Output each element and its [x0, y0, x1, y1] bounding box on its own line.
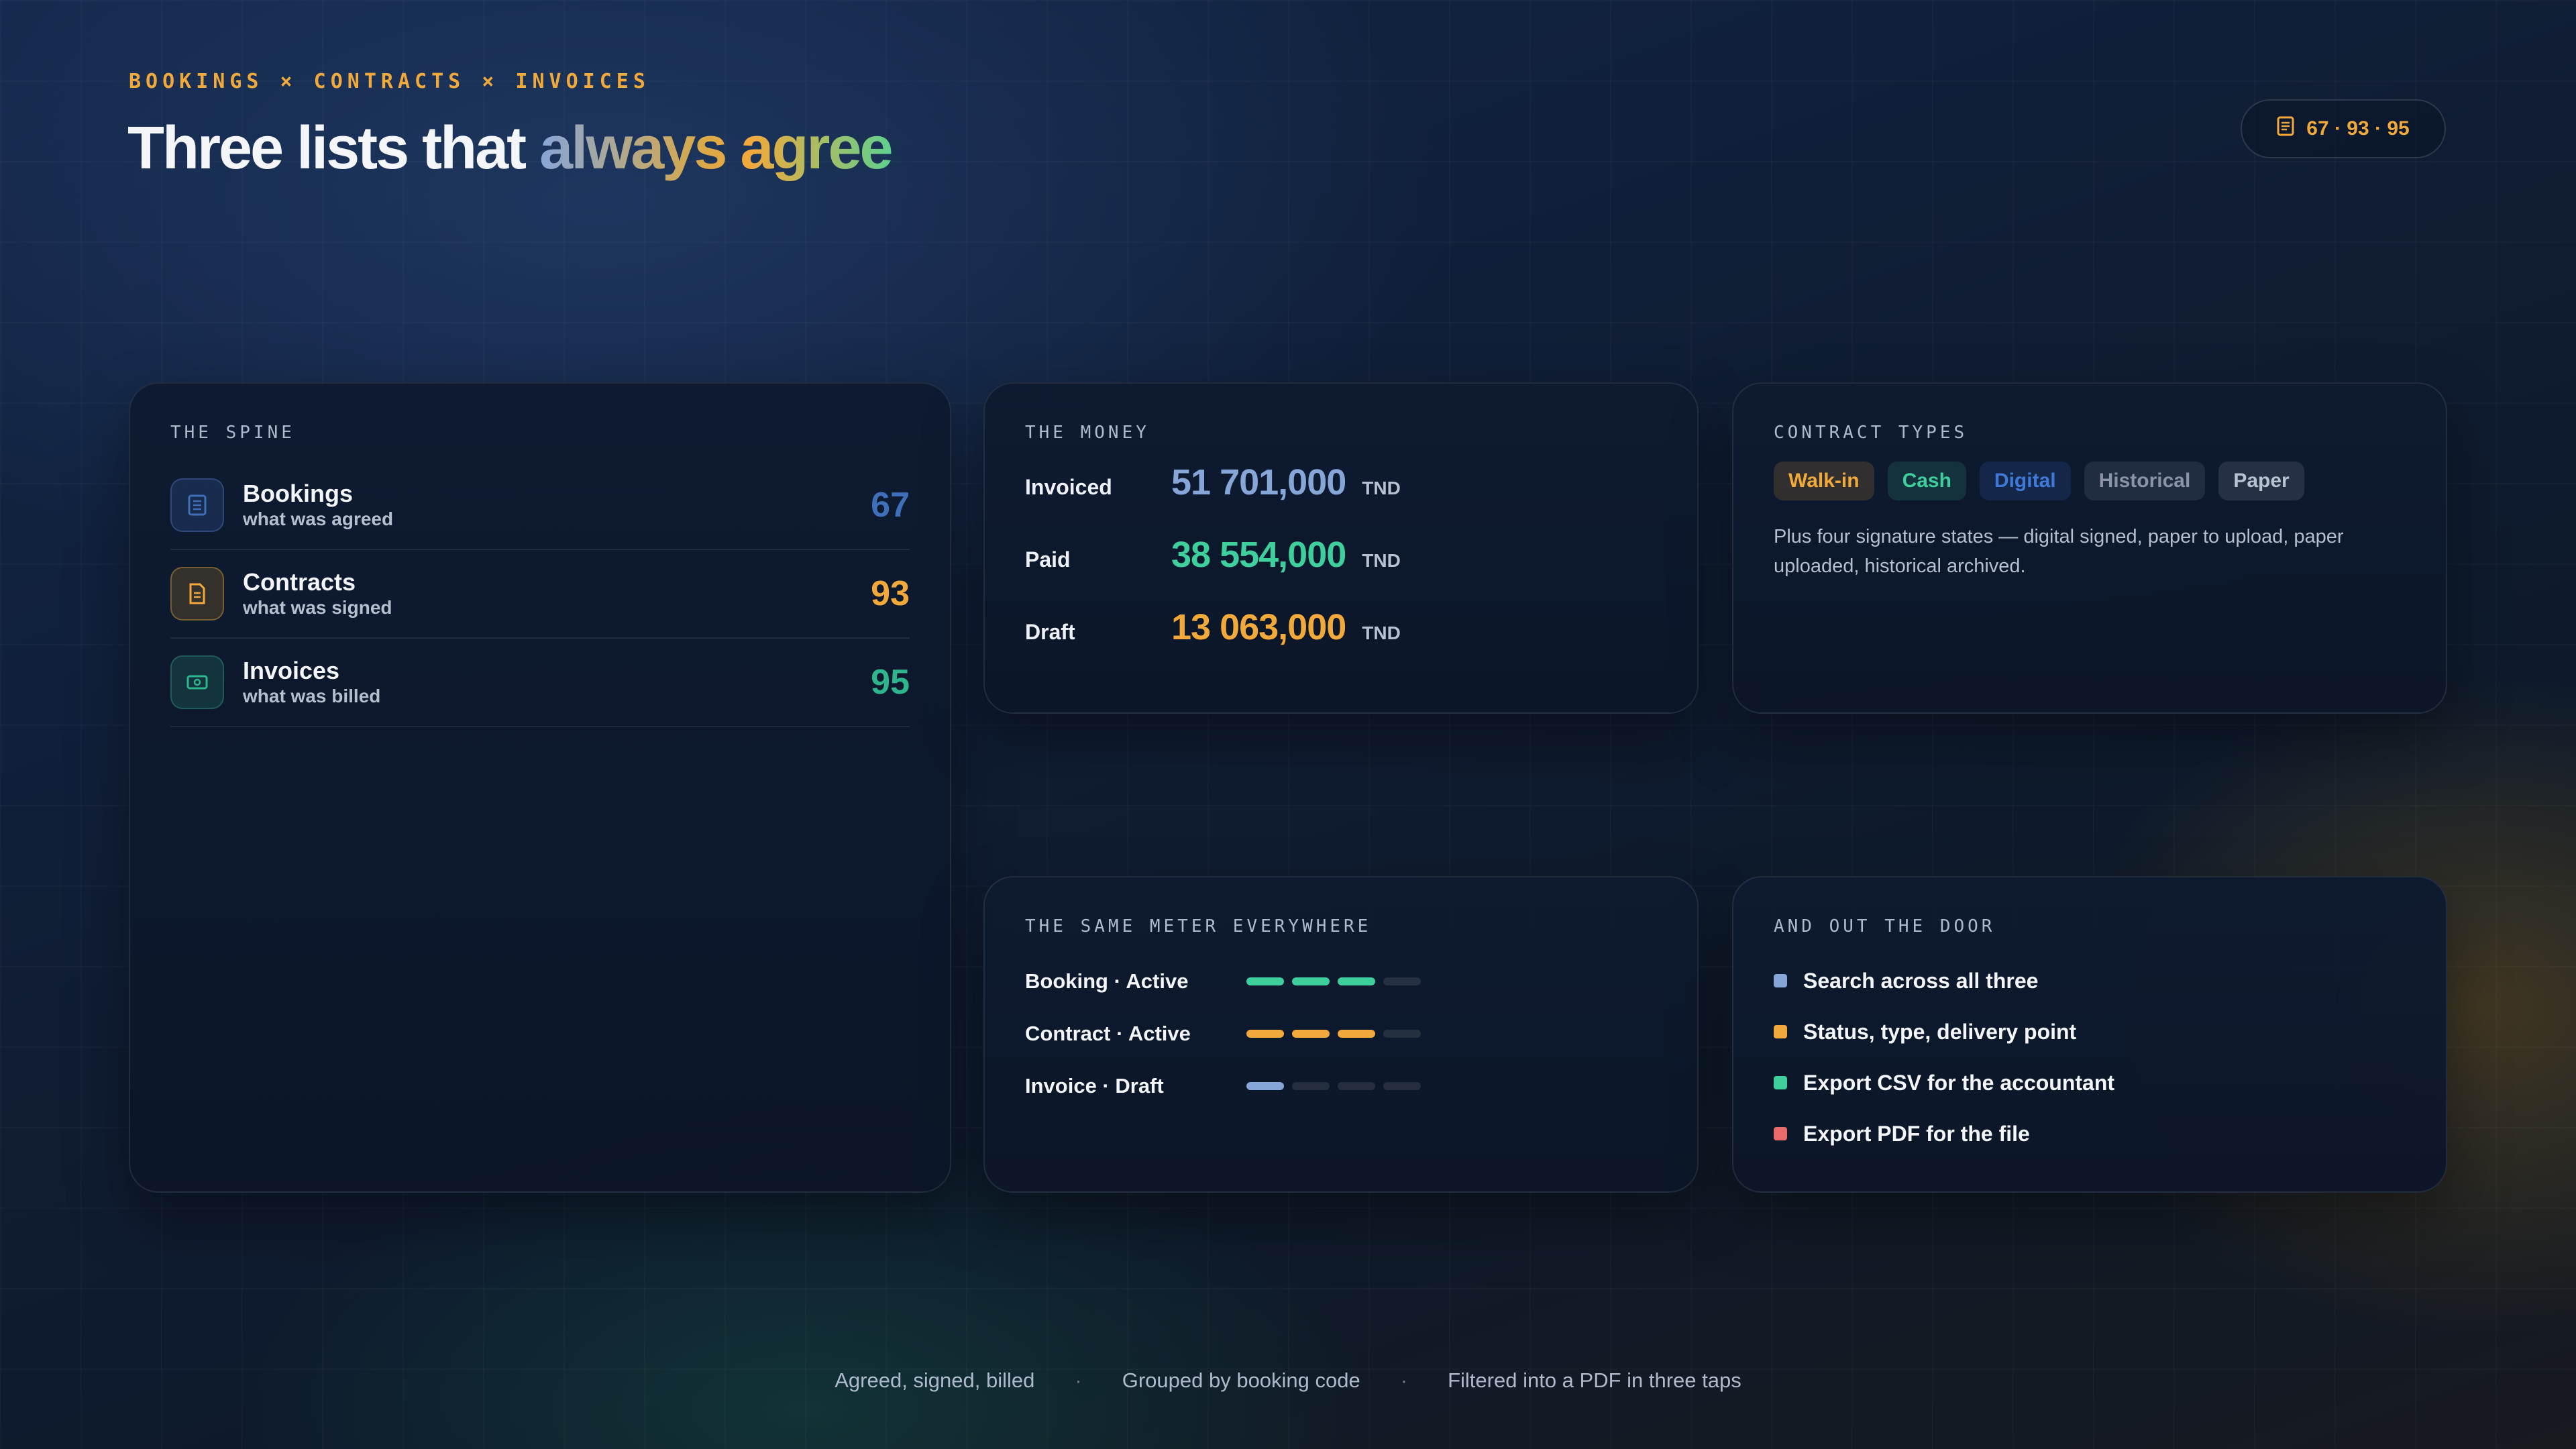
spine-label: THE SPINE — [170, 423, 295, 443]
meter-label: THE SAME METER EVERYWHERE — [1025, 916, 1372, 936]
spine-row-contracts[interactable]: Contracts what was signed 93 — [170, 550, 910, 639]
counter-pill: 67 · 93 · 95 — [2241, 99, 2446, 158]
money-label: THE MONEY — [1025, 423, 1150, 443]
tag-paper[interactable]: Paper — [2218, 462, 2304, 500]
row-count: 93 — [871, 574, 910, 613]
page-title: Three lists that always agree — [127, 114, 894, 183]
meter-segment-filled — [1292, 977, 1330, 985]
contract-types-description: Plus four signature states — digital sig… — [1774, 526, 2344, 577]
meter-segment-filled — [1246, 1030, 1284, 1038]
meter-segment-empty — [1383, 1030, 1421, 1038]
status-meter — [1246, 1082, 1421, 1090]
meter-segment-filled — [1292, 1030, 1330, 1038]
money-row-value: 51 701,000 — [1171, 462, 1346, 502]
meter-segment-empty — [1383, 977, 1421, 985]
door-item-export-csv: Export CSV for the accountant — [1774, 1057, 2406, 1108]
tag-walk-in[interactable]: Walk-in — [1774, 462, 1874, 500]
tag-historical[interactable]: Historical — [2084, 462, 2206, 500]
bullet-icon — [1774, 1127, 1787, 1140]
list-icon — [170, 478, 224, 532]
banknote-icon — [170, 655, 224, 709]
document-icon — [2277, 116, 2294, 142]
door-item-text: Search across all three — [1803, 968, 2039, 993]
meter-segment-filled — [1246, 977, 1284, 985]
bullet-icon — [1774, 1025, 1787, 1038]
meter-row-label: Booking · Active — [1025, 969, 1189, 993]
row-title: Bookings — [243, 480, 354, 507]
row-title: Invoices — [243, 657, 340, 684]
meter-segment-empty — [1292, 1082, 1330, 1090]
footer-separator: · — [1400, 1368, 1408, 1392]
door-item-text: Status, type, delivery point — [1803, 1019, 2077, 1044]
money-row-invoiced: Invoiced 51 701,000 TND — [1025, 462, 1657, 534]
title-gradient: always agree — [539, 115, 893, 182]
money-row-label: Paid — [1025, 547, 1071, 572]
tag-cash[interactable]: Cash — [1887, 462, 1966, 500]
contract-types-card: CONTRACT TYPES Walk-in Cash Digital Hist… — [1732, 382, 2447, 714]
tag-digital[interactable]: Digital — [1979, 462, 2071, 500]
footer-item: Grouped by booking code — [1122, 1368, 1360, 1392]
door-item-filters: Status, type, delivery point — [1774, 1006, 2406, 1057]
money-row-value: 13 063,000 — [1171, 607, 1346, 647]
counter-text: 67 · 93 · 95 — [2306, 117, 2410, 140]
contract-type-tags: Walk-in Cash Digital Historical Paper — [1774, 462, 2406, 500]
money-row-paid: Paid 38 554,000 TND — [1025, 534, 1657, 606]
title-plain: Three lists that — [127, 115, 527, 182]
money-row-label: Draft — [1025, 620, 1075, 644]
door-item-search: Search across all three — [1774, 955, 2406, 1006]
door-card: AND OUT THE DOOR Search across all three… — [1732, 876, 2447, 1193]
bullet-icon — [1774, 1076, 1787, 1089]
meter-card: THE SAME METER EVERYWHERE Booking · Acti… — [983, 876, 1699, 1193]
money-row-unit: TND — [1362, 550, 1401, 571]
door-item-text: Export CSV for the accountant — [1803, 1070, 2115, 1095]
door-item-text: Export PDF for the file — [1803, 1121, 2030, 1146]
document-icon — [170, 567, 224, 621]
meter-row-booking: Booking · Active — [1025, 955, 1657, 1008]
row-subtitle: what was signed — [243, 597, 392, 618]
status-meter — [1246, 1030, 1421, 1038]
meter-row-contract: Contract · Active — [1025, 1008, 1657, 1060]
row-title: Contracts — [243, 568, 356, 596]
meter-segment-empty — [1338, 1082, 1375, 1090]
meter-segment-filled — [1338, 977, 1375, 985]
row-subtitle: what was billed — [243, 686, 381, 706]
meter-segment-filled — [1338, 1030, 1375, 1038]
row-subtitle: what was agreed — [243, 508, 394, 529]
footer: Agreed, signed, billed · Grouped by book… — [0, 1368, 2576, 1393]
spine-row-invoices[interactable]: Invoices what was billed 95 — [170, 639, 910, 727]
row-count: 67 — [871, 486, 910, 525]
money-card: THE MONEY Invoiced 51 701,000 TND Paid 3… — [983, 382, 1699, 714]
row-count: 95 — [871, 663, 910, 702]
money-row-unit: TND — [1362, 623, 1401, 643]
footer-item: Filtered into a PDF in three taps — [1448, 1368, 1741, 1392]
footer-separator: · — [1075, 1368, 1082, 1392]
meter-segment-filled — [1246, 1082, 1284, 1090]
money-row-label: Invoiced — [1025, 475, 1112, 499]
eyebrow: BOOKINGS × CONTRACTS × INVOICES — [129, 70, 650, 93]
bullet-icon — [1774, 974, 1787, 987]
spine-card: THE SPINE Bookings what was agreed 67 Co… — [129, 382, 951, 1193]
meter-row-label: Invoice · Draft — [1025, 1074, 1164, 1097]
footer-item: Agreed, signed, billed — [835, 1368, 1035, 1392]
contract-types-label: CONTRACT TYPES — [1774, 423, 1968, 443]
money-row-unit: TND — [1362, 478, 1401, 498]
door-label: AND OUT THE DOOR — [1774, 916, 1996, 936]
meter-row-label: Contract · Active — [1025, 1022, 1191, 1045]
spine-row-bookings[interactable]: Bookings what was agreed 67 — [170, 462, 910, 550]
money-row-value: 38 554,000 — [1171, 535, 1346, 575]
meter-segment-empty — [1383, 1082, 1421, 1090]
meter-row-invoice: Invoice · Draft — [1025, 1060, 1657, 1112]
door-item-export-pdf: Export PDF for the file — [1774, 1108, 2406, 1159]
money-row-draft: Draft 13 063,000 TND — [1025, 606, 1657, 679]
status-meter — [1246, 977, 1421, 985]
